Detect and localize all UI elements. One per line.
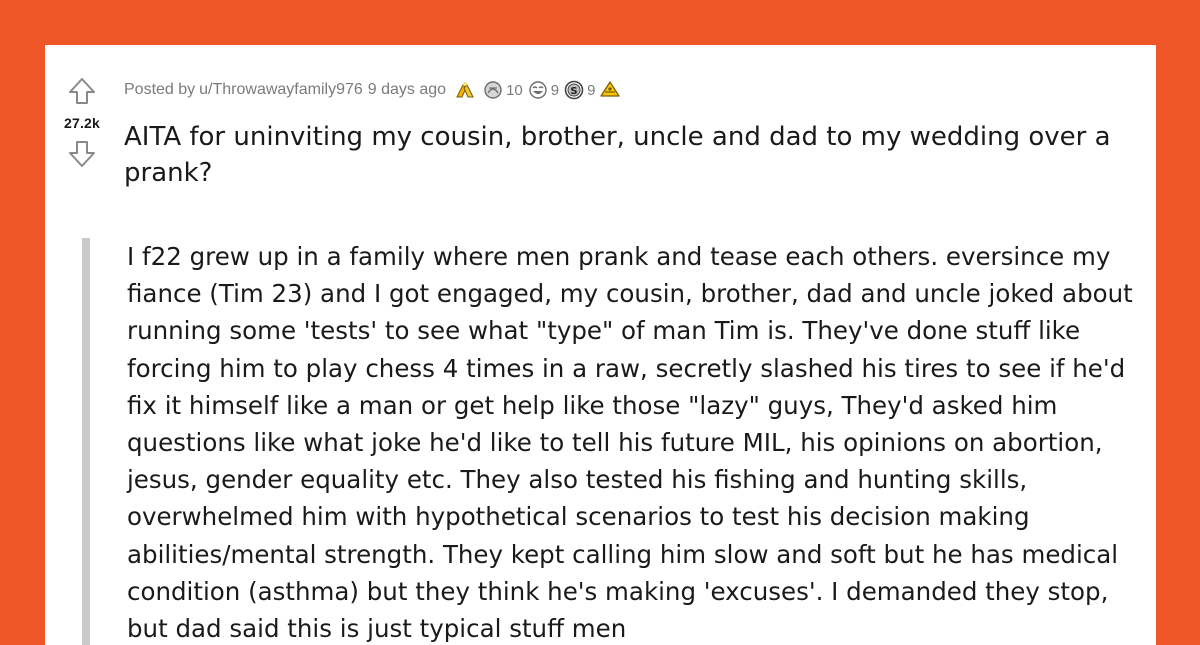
vote-score: 27.2k: [63, 115, 101, 131]
laughing-award-icon: [529, 81, 547, 99]
awards-list[interactable]: 10 9 S 9: [454, 79, 623, 101]
award-item[interactable]: S 9: [563, 79, 595, 101]
award-count: 9: [587, 81, 596, 99]
svg-text:S: S: [570, 86, 577, 97]
author-link[interactable]: u/Throwawayfamily976: [199, 81, 363, 99]
post-body-quote: I f22 grew up in a family where men pran…: [82, 238, 1142, 645]
post-title[interactable]: AITA for uninviting my cousin, brother, …: [124, 119, 1144, 191]
vote-column: 27.2k: [45, 75, 119, 170]
award-item[interactable]: [454, 79, 478, 101]
coin-award-icon: S: [564, 80, 584, 100]
gold-award-icon: [600, 81, 621, 97]
award-count: 9: [550, 81, 560, 99]
hands-award-icon: [456, 82, 474, 98]
silver-award-icon: [484, 81, 502, 99]
award-item[interactable]: 10: [482, 79, 523, 101]
post-meta: Posted by u/Throwawayfamily976 9 days ag…: [124, 79, 623, 101]
quote-bar: [82, 238, 90, 645]
post-body-text: I f22 grew up in a family where men pran…: [127, 242, 1133, 644]
award-item[interactable]: [599, 79, 623, 101]
upvote-arrow-icon[interactable]: [66, 75, 98, 107]
downvote-arrow-icon[interactable]: [66, 138, 98, 170]
posted-by-label: Posted by: [124, 81, 196, 98]
award-count: 10: [506, 81, 523, 99]
post-card: 27.2k Posted by u/Throwawayfamily976 9 d…: [45, 45, 1156, 645]
post-age[interactable]: 9 days ago: [368, 81, 446, 99]
award-item[interactable]: 9: [527, 79, 559, 101]
